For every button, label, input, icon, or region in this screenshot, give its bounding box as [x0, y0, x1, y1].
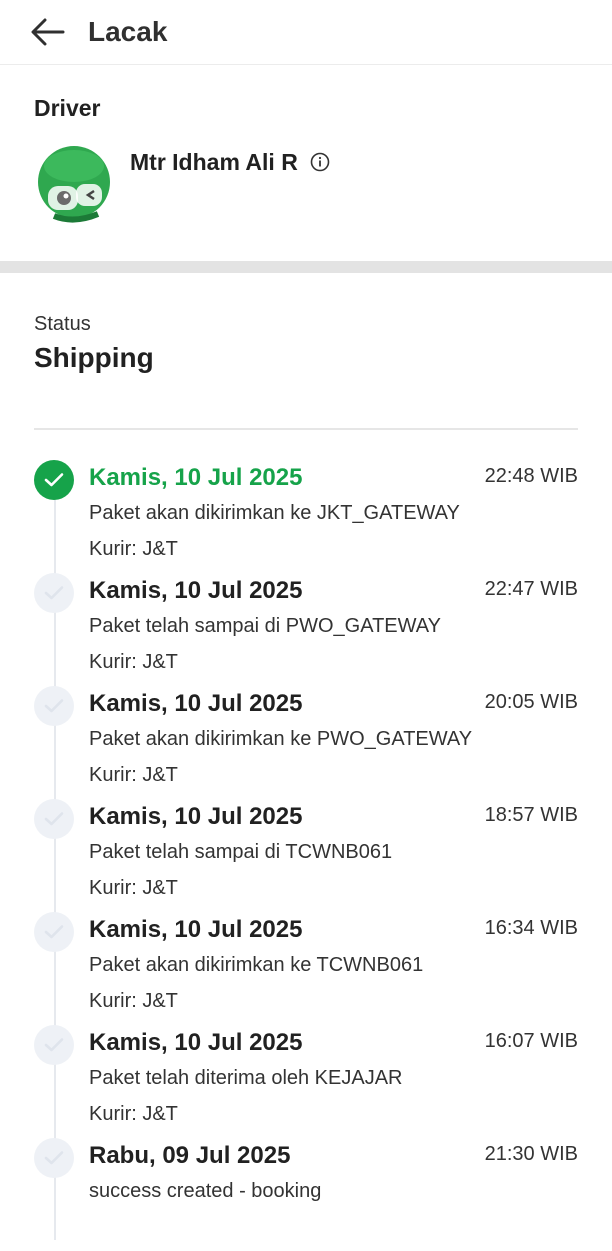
check-icon	[44, 925, 64, 939]
timeline-event: Kamis, 10 Jul 2025 22:48 WIB Paket akan di…	[34, 460, 578, 573]
event-description: Paket akan dikirimkan ke PWO_GATEWAY	[89, 728, 473, 750]
driver-name: Mtr Idham Ali R	[130, 148, 298, 175]
timeline-event: Kamis, 10 Jul 2025 16:34 WIB Paket akan di…	[34, 912, 578, 1025]
event-time: 16:34 WIB	[484, 917, 578, 939]
timeline-event: Kamis, 10 Jul 2025 22:47 WIB Paket telah s…	[34, 573, 578, 686]
timeline-event: Rabu, 09 Jul 2025 21:30 WIB success create…	[34, 1138, 578, 1251]
check-icon	[44, 1038, 64, 1052]
driver-avatar	[38, 146, 110, 223]
driver-name-wrap: Mtr Idham Ali R	[130, 148, 330, 176]
status-dot	[34, 1025, 74, 1065]
status-section: Status Shipping	[0, 273, 612, 374]
event-date: Kamis, 10 Jul 2025	[89, 1029, 303, 1056]
event-time: 22:47 WIB	[484, 578, 578, 600]
status-dot	[34, 799, 74, 839]
status-dot	[34, 573, 74, 613]
status-value: Shipping	[34, 342, 154, 373]
back-button[interactable]	[24, 8, 72, 56]
timeline-event: Kamis, 10 Jul 2025 20:05 WIB Paket akan di…	[34, 686, 578, 799]
event-time: 20:05 WIB	[484, 691, 578, 713]
check-icon	[44, 1151, 64, 1165]
check-icon	[44, 699, 64, 713]
timeline-event: Kamis, 10 Jul 2025 18:57 WIB Paket telah s…	[34, 799, 578, 912]
driver-row: Mtr Idham Ali R	[34, 144, 578, 224]
event-courier: Kurir: J&T	[89, 1103, 178, 1125]
page-title: Lacak	[88, 16, 168, 47]
status-dot	[34, 912, 74, 952]
event-date: Kamis, 10 Jul 2025	[89, 577, 303, 604]
event-courier: Kurir: J&T	[89, 538, 178, 560]
status-divider	[34, 428, 578, 430]
status-label: Status	[34, 313, 91, 335]
event-time: 16:07 WIB	[484, 1030, 578, 1052]
event-date: Kamis, 10 Jul 2025	[89, 690, 303, 717]
driver-section: Driver Mtr Idham Ali R	[0, 65, 612, 261]
event-date: Kamis, 10 Jul 2025	[89, 803, 303, 830]
event-description: Paket akan dikirimkan ke TCWNB061	[89, 954, 424, 976]
event-date: Kamis, 10 Jul 2025	[89, 464, 303, 491]
event-time: 21:30 WIB	[484, 1143, 578, 1165]
tracking-timeline: Kamis, 10 Jul 2025 22:48 WIB Paket akan di…	[0, 460, 612, 1251]
top-app-bar: Lacak	[0, 0, 612, 65]
check-icon	[44, 586, 64, 600]
check-icon	[44, 812, 64, 826]
info-icon[interactable]	[310, 152, 330, 172]
status-dot	[34, 460, 74, 500]
event-time: 18:57 WIB	[484, 804, 578, 826]
status-dot	[34, 1138, 74, 1178]
check-icon	[44, 473, 64, 487]
event-description: Paket telah diterima oleh KEJAJAR	[89, 1067, 403, 1089]
event-description: Paket akan dikirimkan ke JKT_GATEWAY	[89, 502, 460, 524]
event-time: 22:48 WIB	[484, 465, 578, 487]
event-description: Paket telah sampai di TCWNB061	[89, 841, 393, 863]
timeline-event: Kamis, 10 Jul 2025 16:07 WIB Paket telah d…	[34, 1025, 578, 1138]
event-date: Kamis, 10 Jul 2025	[89, 916, 303, 943]
status-dot	[34, 686, 74, 726]
event-courier: Kurir: J&T	[89, 651, 178, 673]
event-courier: Kurir: J&T	[89, 990, 178, 1012]
event-courier: Kurir: J&T	[89, 877, 178, 899]
event-description: Paket telah sampai di PWO_GATEWAY	[89, 615, 441, 637]
arrow-left-icon	[31, 18, 65, 46]
event-courier: Kurir: J&T	[89, 764, 178, 786]
section-divider	[0, 261, 612, 273]
event-date: Rabu, 09 Jul 2025	[89, 1142, 291, 1169]
driver-heading: Driver	[34, 95, 101, 121]
